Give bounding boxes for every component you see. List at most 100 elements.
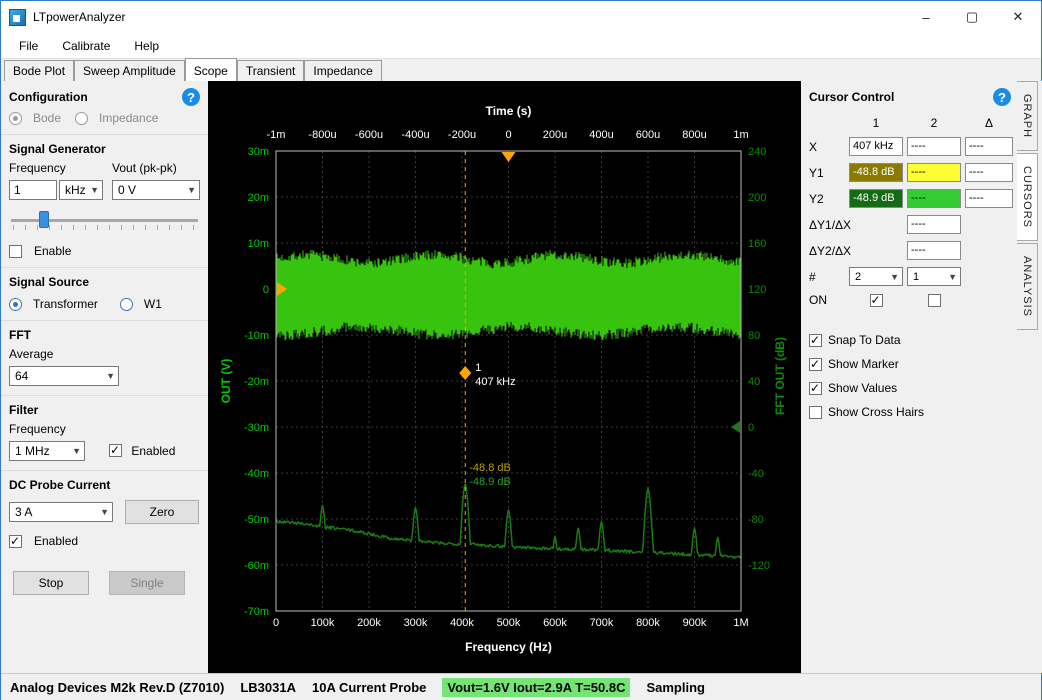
- frequency-input[interactable]: [9, 180, 57, 200]
- maximize-button[interactable]: ▢: [949, 1, 995, 33]
- svg-text:-1m: -1m: [267, 129, 286, 141]
- svg-text:1m: 1m: [733, 129, 748, 141]
- zero-button[interactable]: Zero: [125, 500, 199, 524]
- svg-text:0: 0: [263, 284, 269, 296]
- scope-chart[interactable]: 1407 kHz-48.8 dB-48.9 dB-1m-800u-600u-40…: [208, 81, 801, 673]
- dc-probe-enabled-label: Enabled: [34, 534, 78, 548]
- y1-row-label: Y1: [809, 166, 845, 180]
- menu-file[interactable]: File: [7, 34, 50, 58]
- svg-text:-400u: -400u: [401, 129, 429, 141]
- y1-cursor2-value: ----: [907, 163, 961, 182]
- enable-checkbox[interactable]: [9, 245, 22, 258]
- svg-text:240: 240: [748, 146, 766, 158]
- menu-calibrate[interactable]: Calibrate: [50, 34, 122, 58]
- frequency-unit-combo[interactable]: kHz ▼: [59, 180, 103, 200]
- filter-frequency-combo[interactable]: 1 MHz ▼: [9, 441, 85, 461]
- bode-radio-label: Bode: [33, 111, 61, 125]
- y2-cursor2-value: ----: [907, 189, 961, 208]
- dc-probe-enabled-checkbox[interactable]: [9, 535, 22, 548]
- side-tab-analysis[interactable]: ANALYSIS: [1017, 243, 1038, 330]
- svg-text:-80: -80: [748, 514, 764, 526]
- probe-status: 10A Current Probe: [312, 680, 426, 695]
- svg-text:200k: 200k: [357, 617, 381, 629]
- on-row-label: ON: [809, 293, 845, 307]
- signal-generator-section: Signal Generator Frequency kHz ▼ Vout (p…: [1, 134, 208, 267]
- y2-cursor1-value: -48.9 dB: [849, 189, 903, 208]
- x-delta-value: ----: [965, 137, 1013, 156]
- scope-plot[interactable]: 1407 kHz-48.8 dB-48.9 dB-1m-800u-600u-40…: [208, 81, 801, 673]
- svg-text:-48.8 dB: -48.8 dB: [469, 462, 511, 474]
- tab-bode-plot[interactable]: Bode Plot: [4, 60, 74, 81]
- svg-text:407 kHz: 407 kHz: [475, 376, 515, 388]
- svg-text:800k: 800k: [636, 617, 660, 629]
- svg-text:600k: 600k: [543, 617, 567, 629]
- board-status: LB3031A: [240, 680, 296, 695]
- y1-cursor1-value: -48.8 dB: [849, 163, 903, 182]
- svg-text:-50m: -50m: [244, 514, 269, 526]
- dc-probe-current-combo[interactable]: 3 A ▼: [9, 502, 113, 522]
- help-icon[interactable]: ?: [993, 88, 1011, 106]
- w1-radio[interactable]: [120, 298, 133, 311]
- dc-probe-title: DC Probe Current: [9, 478, 200, 492]
- configuration-section: Configuration ? Bode Impedance: [1, 81, 208, 134]
- snap-to-data-checkbox[interactable]: [809, 334, 822, 347]
- svg-text:900k: 900k: [683, 617, 707, 629]
- side-tab-graph[interactable]: GRAPH: [1017, 81, 1038, 151]
- svg-text:Frequency (Hz): Frequency (Hz): [465, 640, 552, 654]
- show-cross-hairs-checkbox[interactable]: [809, 406, 822, 419]
- signal-source-title: Signal Source: [9, 275, 200, 289]
- signal-generator-title: Signal Generator: [9, 142, 200, 156]
- menu-help[interactable]: Help: [122, 34, 171, 58]
- vout-combo[interactable]: 0 V ▼: [112, 180, 200, 200]
- show-cross-hairs-label: Show Cross Hairs: [828, 405, 924, 419]
- svg-text:20m: 20m: [248, 192, 269, 204]
- svg-text:0: 0: [505, 129, 511, 141]
- svg-text:700k: 700k: [590, 617, 614, 629]
- chevron-down-icon: ▼: [187, 185, 196, 195]
- cursor1-number-combo[interactable]: 2 ▼: [849, 267, 903, 286]
- svg-text:-40m: -40m: [244, 468, 269, 480]
- amplitude-slider[interactable]: [11, 210, 198, 232]
- minimize-button[interactable]: –: [903, 1, 949, 33]
- dy1dx-row-label: ΔY1/ΔX: [809, 218, 903, 232]
- side-tab-cursors[interactable]: CURSORS: [1017, 153, 1038, 241]
- stop-button[interactable]: Stop: [13, 571, 89, 595]
- svg-text:200: 200: [748, 192, 766, 204]
- tab-bar: Bode Plot Sweep Amplitude Scope Transien…: [1, 59, 1041, 81]
- transformer-radio[interactable]: [9, 298, 22, 311]
- fft-section: FFT Average 64 ▼: [1, 320, 208, 395]
- svg-text:160: 160: [748, 238, 766, 250]
- chevron-down-icon: ▼: [948, 272, 957, 282]
- average-combo[interactable]: 64 ▼: [9, 366, 119, 386]
- x-cursor1-value: 407 kHz: [849, 137, 903, 156]
- filter-enabled-checkbox[interactable]: [109, 444, 122, 457]
- help-icon[interactable]: ?: [182, 88, 200, 106]
- average-label: Average: [9, 347, 200, 361]
- svg-text:500k: 500k: [497, 617, 521, 629]
- tab-scope[interactable]: Scope: [185, 58, 237, 81]
- svg-text:Time (s): Time (s): [486, 104, 532, 118]
- tab-transient[interactable]: Transient: [237, 60, 305, 81]
- w1-radio-label: W1: [144, 297, 162, 311]
- close-button[interactable]: ✕: [995, 1, 1041, 33]
- svg-text:30m: 30m: [248, 146, 269, 158]
- slider-thumb[interactable]: [39, 211, 49, 228]
- control-panel: Configuration ? Bode Impedance Signal Ge…: [1, 81, 208, 673]
- cursor2-number-combo[interactable]: 1 ▼: [907, 267, 961, 286]
- cursor-options: Snap To Data Show Marker Show Values Sho…: [809, 333, 1011, 419]
- tab-sweep-amplitude[interactable]: Sweep Amplitude: [74, 60, 185, 81]
- single-button: Single: [109, 571, 185, 595]
- show-marker-checkbox[interactable]: [809, 358, 822, 371]
- svg-text:-10m: -10m: [244, 330, 269, 342]
- y2-row-label: Y2: [809, 192, 845, 206]
- measurement-readout: Vout=1.6V Iout=2.9A T=50.8C: [442, 678, 630, 697]
- svg-text:-70m: -70m: [244, 606, 269, 618]
- svg-text:-800u: -800u: [308, 129, 336, 141]
- filter-section: Filter Frequency 1 MHz ▼ Enabled: [1, 395, 208, 470]
- show-values-checkbox[interactable]: [809, 382, 822, 395]
- cursor1-on-checkbox[interactable]: [870, 294, 883, 307]
- tab-impedance[interactable]: Impedance: [304, 60, 381, 81]
- chevron-down-icon: ▼: [890, 272, 899, 282]
- sampling-status: Sampling: [646, 680, 705, 695]
- cursor2-on-checkbox[interactable]: [928, 294, 941, 307]
